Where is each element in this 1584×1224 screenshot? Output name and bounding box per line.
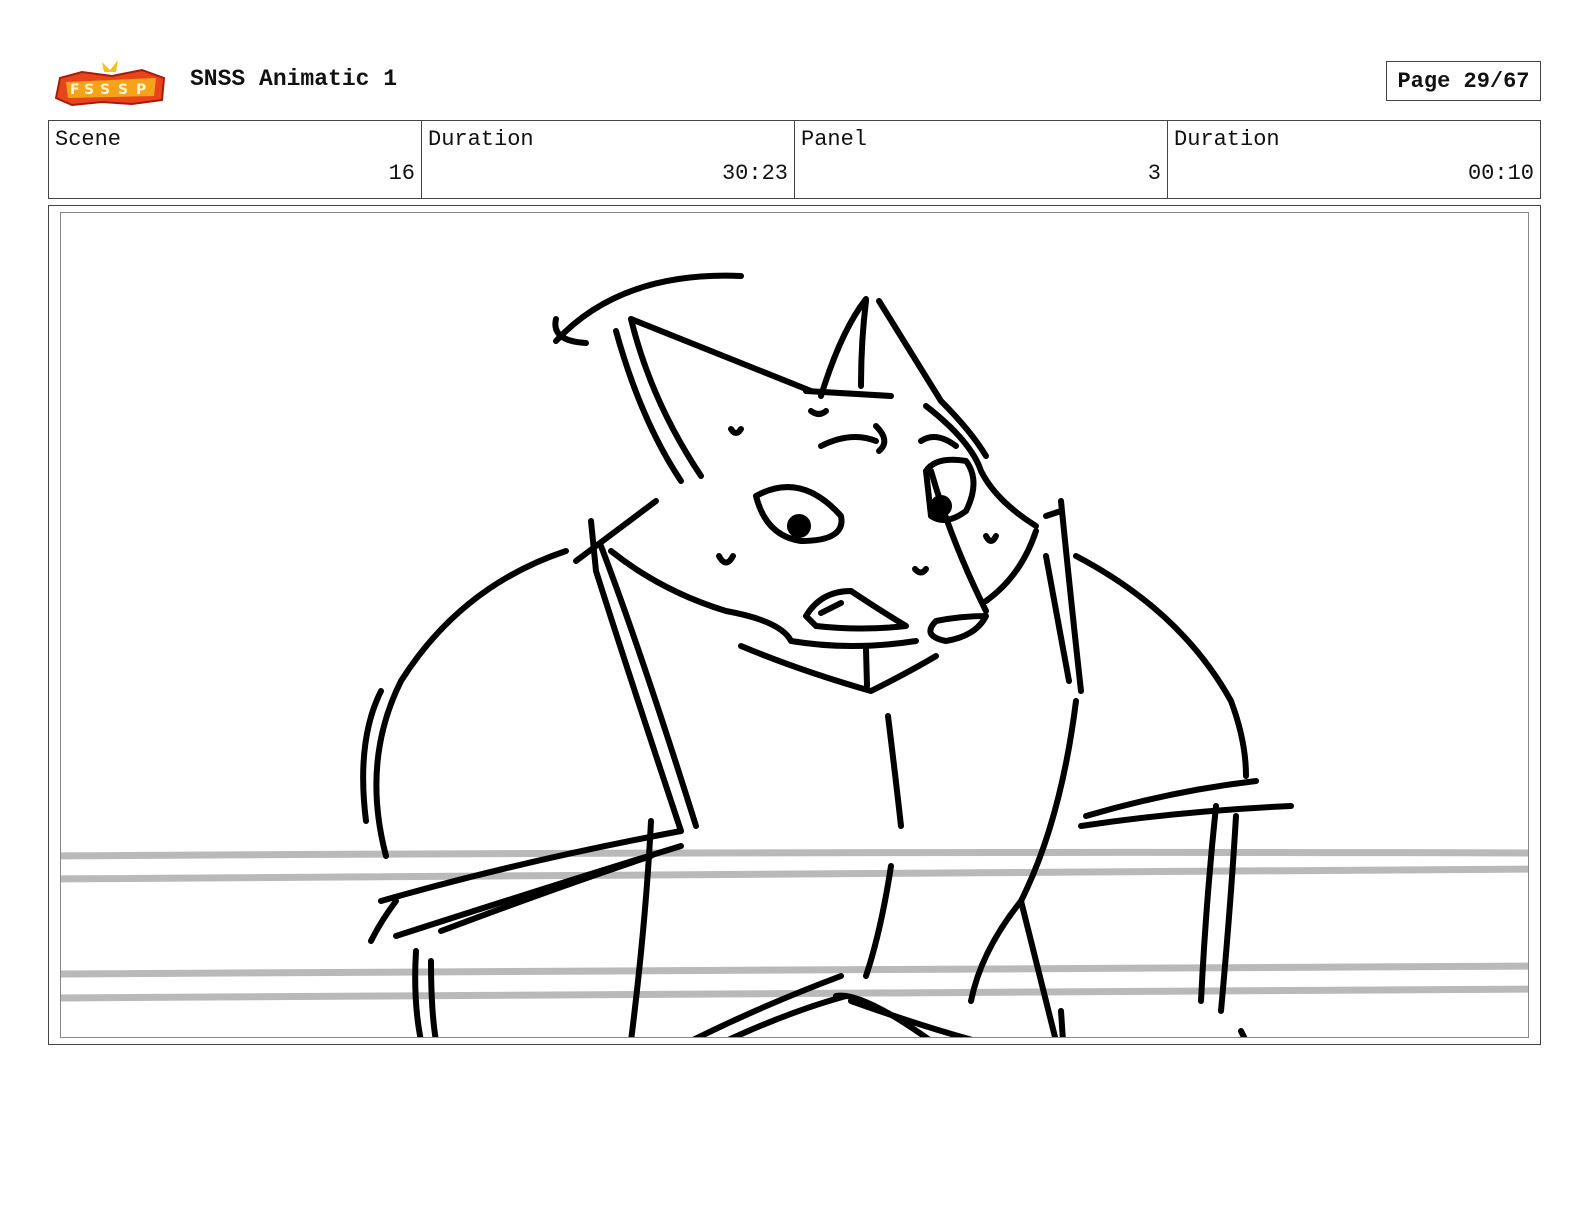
scene-duration-cell: Duration 30:23 [422,121,795,198]
scene-value: 16 [388,161,415,186]
scene-duration-label: Duration [428,127,534,152]
svg-text:S: S [84,82,94,98]
panel-duration-value: 00:10 [1467,161,1534,186]
scene-cell: Scene 16 [49,121,422,198]
character-sketch-icon [61,272,1528,1037]
document-title: SNSS Animatic 1 [190,66,398,92]
panel-duration-cell: Duration 00:10 [1168,121,1540,198]
svg-text:S: S [118,82,128,98]
scene-label: Scene [55,127,122,152]
panel-label: Panel [801,127,868,152]
storyboard-panel-image [60,212,1529,1038]
panel-cell: Panel 3 [795,121,1168,198]
page-indicator: Page 29/67 [1386,61,1541,101]
svg-text:F: F [70,82,80,98]
panel-value: 3 [1147,161,1161,186]
svg-text:S: S [100,82,110,98]
panel-duration-label: Duration [1174,127,1280,152]
show-logo: FSSSP [52,58,170,108]
svg-text:P: P [136,82,146,98]
panel-info-table: Scene 16 Duration 30:23 Panel 3 Duration… [48,120,1541,199]
scene-duration-value: 30:23 [721,161,788,186]
